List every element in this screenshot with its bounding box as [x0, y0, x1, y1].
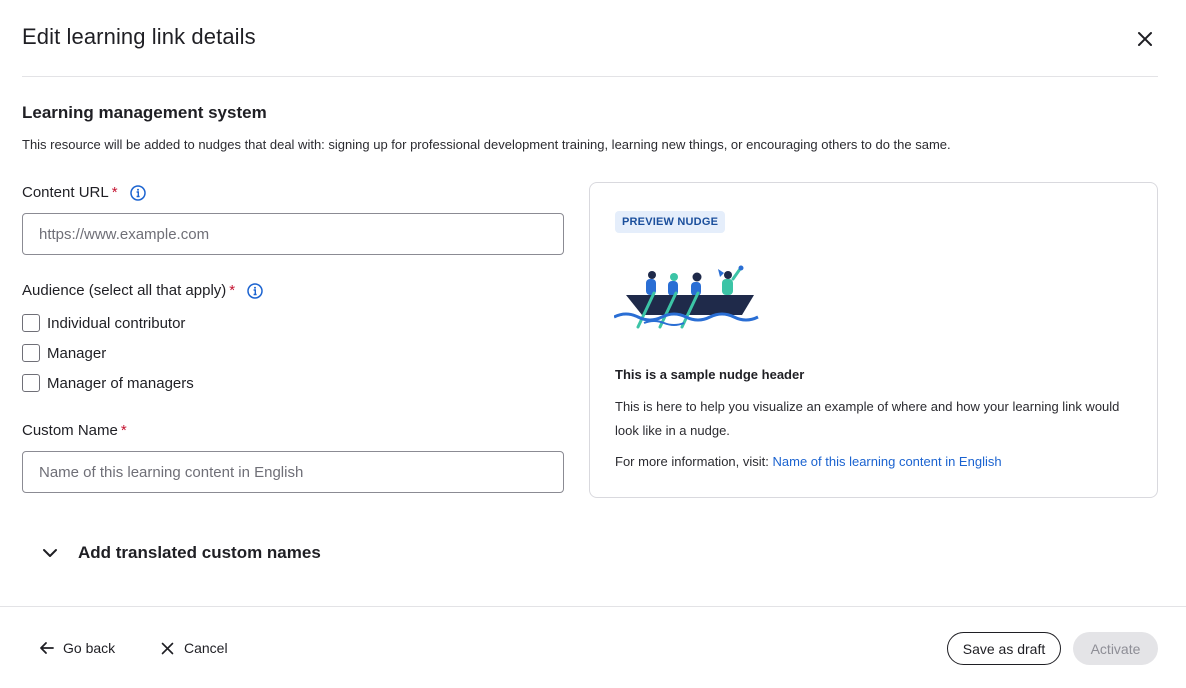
custom-name-label-text: Custom Name [22, 422, 118, 439]
custom-name-label: Custom Name * [22, 422, 127, 439]
info-icon[interactable] [129, 184, 146, 201]
cancel-button[interactable]: Cancel [161, 640, 228, 656]
go-back-button[interactable]: Go back [39, 640, 115, 656]
checkbox[interactable] [22, 344, 40, 362]
checkbox-label: Manager [47, 344, 107, 362]
required-mark: * [111, 184, 118, 201]
chevron-down-icon [43, 549, 57, 557]
page-title: Edit learning link details [22, 24, 256, 49]
checkbox[interactable] [22, 374, 40, 392]
checkbox-label: Manager of managers [47, 374, 194, 392]
preview-nudge-card: PREVIEW NUDGE This is a sample nudge hea… [589, 182, 1158, 498]
section-description: This resource will be added to nudges th… [22, 137, 951, 152]
rower-figures [646, 265, 744, 296]
arrow-left-icon [40, 642, 54, 654]
nudge-more-info: For more information, visit: Name of thi… [615, 454, 1002, 469]
checkbox-label: Individual contributor [47, 314, 186, 332]
content-url-label: Content URL * [22, 184, 146, 201]
content-url-label-text: Content URL [22, 184, 109, 201]
section-title: Learning management system [22, 103, 267, 122]
audience-option-manager-of-managers[interactable]: Manager of managers [22, 374, 194, 392]
close-icon [1138, 32, 1152, 46]
rowing-boat-illustration [614, 265, 759, 329]
required-mark: * [120, 422, 127, 439]
content-url-input[interactable] [22, 213, 564, 255]
save-as-draft-button[interactable]: Save as draft [947, 632, 1061, 665]
checkbox[interactable] [22, 314, 40, 332]
required-mark: * [229, 282, 236, 299]
audience-label: Audience (select all that apply) * [22, 282, 263, 299]
audience-option-individual-contributor[interactable]: Individual contributor [22, 314, 185, 332]
close-icon [161, 642, 174, 654]
expander-label: Add translated custom names [78, 543, 321, 562]
info-icon[interactable] [247, 282, 263, 299]
nudge-link[interactable]: Name of this learning content in English [773, 454, 1002, 469]
cancel-label: Cancel [184, 640, 228, 656]
add-translated-names-toggle[interactable]: Add translated custom names [40, 543, 321, 563]
activate-button[interactable]: Activate [1073, 632, 1158, 665]
dialog-footer: Go back Cancel Save as draft Activate [0, 606, 1186, 688]
audience-label-text: Audience (select all that apply) [22, 282, 227, 299]
preview-badge: PREVIEW NUDGE [615, 211, 726, 233]
nudge-header: This is a sample nudge header [615, 367, 805, 382]
close-button[interactable] [1134, 28, 1156, 50]
go-back-label: Go back [63, 640, 116, 656]
custom-name-input[interactable] [22, 451, 564, 493]
dialog-header: Edit learning link details [22, 0, 1158, 77]
nudge-more-prefix: For more information, visit: [615, 454, 769, 469]
audience-option-manager[interactable]: Manager [22, 344, 106, 362]
nudge-body: This is here to help you visualize an ex… [615, 399, 1120, 438]
